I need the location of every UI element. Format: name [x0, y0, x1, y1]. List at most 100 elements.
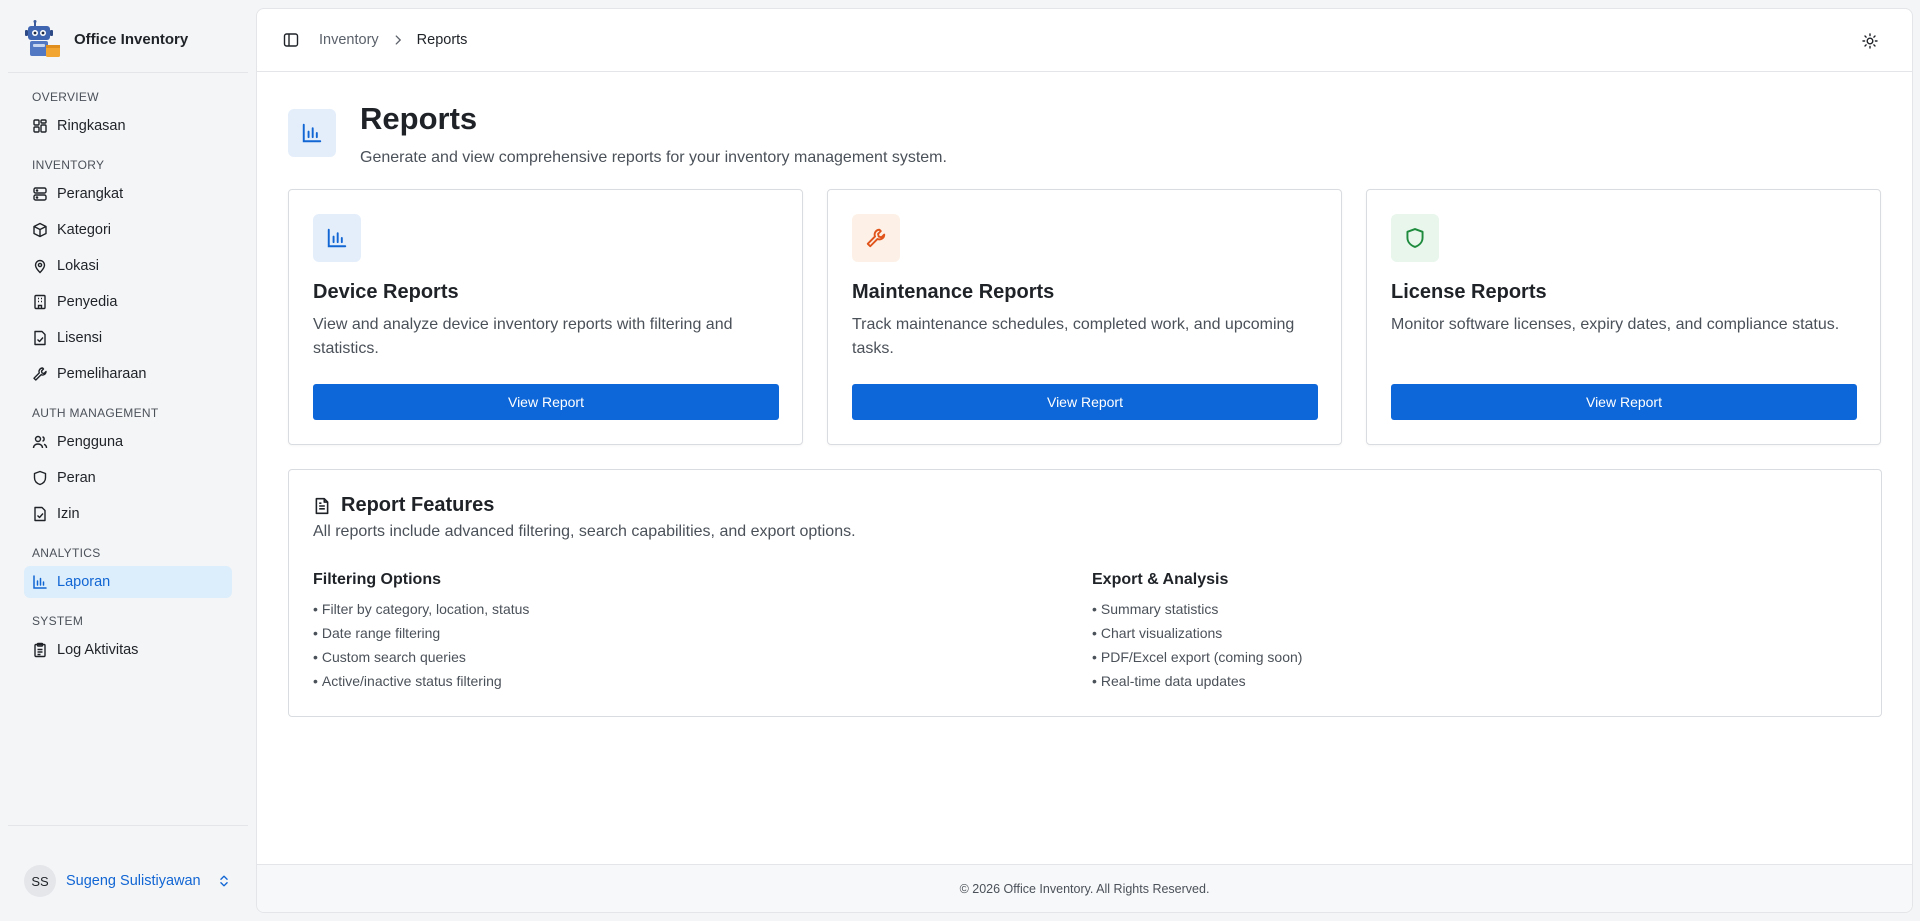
sidebar-item-izin[interactable]: Izin — [24, 498, 232, 530]
divider — [8, 72, 248, 73]
users-icon — [32, 435, 48, 449]
file-check-icon — [34, 506, 46, 522]
divider — [8, 825, 248, 826]
sidebar-item-label: Pemeliharaan — [57, 366, 147, 382]
card-icon-bg — [313, 214, 361, 262]
shield-icon — [33, 470, 47, 486]
robot-box-logo — [25, 20, 60, 57]
sidebar-item-label: Laporan — [57, 574, 111, 590]
feature-heading: Export & Analysis — [1092, 571, 1229, 588]
sidebar-item-label: Peran — [57, 470, 96, 486]
user-name: Sugeng Sulistiyawan — [66, 873, 201, 889]
reports-content: Reports Generate and view comprehensive … — [288, 73, 1882, 717]
wrench-icon — [33, 367, 47, 381]
list-item: • Custom search queries — [313, 649, 466, 665]
chevrons-up-down-icon — [219, 875, 228, 887]
features-description: All reports include advanced filtering, … — [313, 523, 856, 540]
breadcrumb-inventory[interactable]: Inventory — [319, 32, 379, 48]
list-item: • Summary statistics — [1092, 601, 1219, 617]
shield-icon — [1406, 228, 1424, 248]
report-features-card: Report Features All reports include adva… — [288, 469, 1882, 717]
card-title: Maintenance Reports — [852, 281, 1055, 303]
bar-chart-icon — [327, 228, 347, 248]
dashboard-icon — [33, 119, 47, 133]
sidebar-nav: Overview Ringkasan Inventory Perangkat K… — [24, 88, 232, 680]
sidebar-toggle-icon[interactable] — [283, 32, 299, 48]
nav-section-overview: Overview Ringkasan — [24, 88, 232, 142]
sidebar-item-kategori[interactable]: Kategori — [24, 214, 232, 246]
card-description: Track maintenance schedules, completed w… — [852, 316, 1295, 357]
report-card-device: Device Reports View and analyze device i… — [288, 189, 803, 445]
chevron-right-icon — [395, 35, 401, 45]
report-card-maintenance: Maintenance Reports Track maintenance sc… — [827, 189, 1342, 445]
list-item: • PDF/Excel export (coming soon) — [1092, 649, 1303, 665]
sun-icon[interactable] — [1862, 33, 1878, 49]
nav-section-inventory: Inventory Perangkat Kategori Lokasi Peny… — [24, 156, 232, 390]
features-title: Report Features — [341, 494, 495, 516]
nav-section-auth: Auth Management Pengguna Peran Izin — [24, 404, 232, 530]
feature-heading: Filtering Options — [313, 571, 441, 588]
sidebar-item-laporan[interactable]: Laporan — [24, 566, 232, 598]
list-item: • Date range filtering — [313, 625, 441, 641]
file-text-icon — [315, 497, 329, 514]
sidebar-item-pengguna[interactable]: Pengguna — [24, 426, 232, 458]
sidebar-item-label: Lokasi — [57, 258, 99, 274]
report-cards: Device Reports View and analyze device i… — [288, 189, 1881, 445]
card-title: License Reports — [1391, 281, 1547, 303]
file-check-icon — [34, 330, 46, 346]
card-description: Monitor software licenses, expiry dates,… — [1391, 316, 1840, 333]
nav-heading: Inventory — [32, 158, 105, 172]
map-pin-icon — [34, 259, 46, 274]
sidebar: Office Inventory Overview Ringkasan Inve… — [0, 0, 255, 921]
features-title-row: Report Features — [313, 494, 494, 517]
view-device-report-button[interactable]: View Report — [313, 384, 779, 420]
nav-heading: Analytics — [32, 546, 101, 560]
main-panel: Inventory Reports Reports Generate and v… — [256, 8, 1913, 913]
breadcrumb-current: Reports — [416, 32, 468, 48]
view-maintenance-report-button[interactable]: View Report — [852, 384, 1318, 420]
sidebar-item-lokasi[interactable]: Lokasi — [24, 250, 232, 282]
feature-column-filtering: Filtering Options • Filter by category, l… — [313, 571, 529, 695]
list-item: • Chart visualizations — [1092, 625, 1223, 641]
footer: © 2026 Office Inventory. All Rights Rese… — [257, 864, 1912, 912]
sidebar-item-label: Penyedia — [57, 294, 118, 310]
list-item: • Active/inactive status filtering — [313, 673, 502, 689]
sidebar-item-peran[interactable]: Peran — [24, 462, 232, 494]
sidebar-item-label: Izin — [57, 506, 80, 522]
sidebar-item-lisensi[interactable]: Lisensi — [24, 322, 232, 354]
clipboard-icon — [34, 642, 46, 658]
sidebar-item-label: Log Aktivitas — [57, 642, 139, 658]
sidebar-item-log-aktivitas[interactable]: Log Aktivitas — [24, 634, 232, 666]
sidebar-item-pemeliharaan[interactable]: Pemeliharaan — [24, 358, 232, 390]
feature-column-export: Export & Analysis • Summary statistics • C… — [1092, 571, 1302, 695]
bar-chart-icon — [33, 575, 47, 589]
user-menu[interactable]: SS Sugeng Sulistiyawan — [24, 865, 232, 897]
bar-chart-icon — [302, 123, 322, 143]
sidebar-item-label: Pengguna — [57, 434, 124, 450]
sidebar-item-label: Perangkat — [57, 186, 124, 202]
nav-heading: Overview — [32, 90, 99, 104]
server-icon — [33, 187, 47, 201]
card-icon-bg — [852, 214, 900, 262]
app-name: Office Inventory — [74, 30, 189, 48]
wrench-icon — [866, 228, 886, 248]
sidebar-item-ringkasan[interactable]: Ringkasan — [24, 110, 232, 142]
card-title: Device Reports — [313, 281, 459, 303]
sidebar-item-label: Lisensi — [57, 330, 103, 346]
sidebar-item-penyedia[interactable]: Penyedia — [24, 286, 232, 318]
card-description: View and analyze device inventory report… — [313, 316, 733, 357]
page-title: Reports — [360, 101, 478, 136]
page-header-icon — [288, 109, 336, 157]
list-item: • Real-time data updates — [1092, 673, 1246, 689]
view-license-report-button[interactable]: View Report — [1391, 384, 1857, 420]
brand[interactable]: Office Inventory — [24, 20, 188, 58]
sidebar-item-label: Kategori — [57, 222, 112, 238]
nav-heading: Auth Management — [32, 406, 159, 420]
copyright-text: © 2026 Office Inventory. All Rights Rese… — [959, 881, 1210, 896]
page-header: Reports Generate and view comprehensive … — [288, 73, 1882, 189]
sidebar-item-perangkat[interactable]: Perangkat — [24, 178, 232, 210]
report-card-license: License Reports Monitor software license… — [1366, 189, 1881, 445]
nav-heading: System — [32, 614, 84, 628]
sidebar-item-label: Ringkasan — [57, 118, 126, 134]
package-icon — [33, 222, 47, 238]
